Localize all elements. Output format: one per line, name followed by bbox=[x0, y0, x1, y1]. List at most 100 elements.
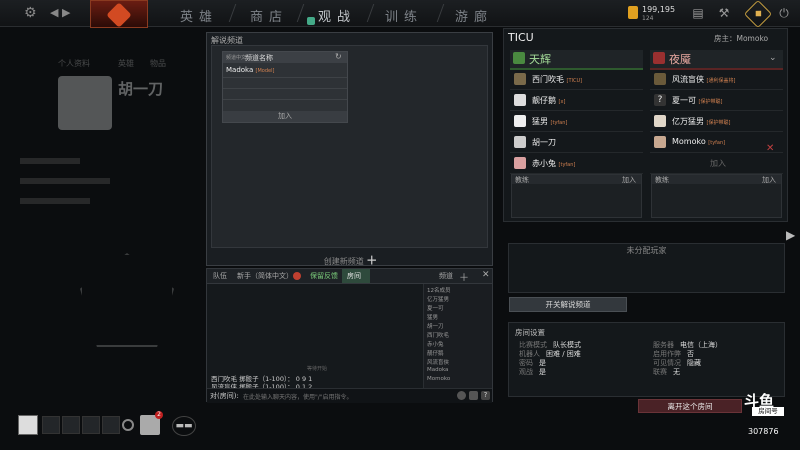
coach-join-button[interactable]: 加入 bbox=[622, 175, 636, 185]
channel-join-button[interactable]: 加入 bbox=[223, 111, 347, 122]
party-slot[interactable] bbox=[42, 416, 60, 434]
setting-key: 比赛模式 bbox=[519, 341, 547, 349]
chat-tab-newbie[interactable]: 新手（简体中文） bbox=[237, 271, 293, 281]
coach-header: 教练 加入 bbox=[512, 175, 641, 184]
player-slot[interactable]: 赤小兔 [tyfan] bbox=[510, 154, 643, 174]
toggle-caster-channel-button[interactable]: 开关解说频道 bbox=[509, 297, 627, 312]
team-radiant-header[interactable]: 天辉 bbox=[510, 50, 643, 70]
chat-tab-party[interactable]: 队伍 bbox=[213, 271, 227, 281]
empty-slot[interactable]: 加入 bbox=[650, 154, 783, 174]
chat-member[interactable]: 西门吹毛 bbox=[427, 331, 449, 339]
profile-radar-chart bbox=[80, 253, 174, 347]
chat-member[interactable]: 夏一可 bbox=[427, 304, 444, 312]
leave-lobby-button[interactable]: 离开这个房间 bbox=[638, 399, 742, 413]
emoji-icon[interactable] bbox=[457, 391, 466, 400]
party-slot[interactable] bbox=[102, 416, 120, 434]
close-chat-icon[interactable]: ✕ bbox=[482, 270, 490, 280]
douyu-watermark: 斗鱼 房间号 307876 bbox=[744, 390, 790, 436]
setting-key: 联赛 bbox=[653, 368, 667, 376]
player-slot[interactable]: 西门吹毛 [TICU] bbox=[510, 70, 643, 90]
player-name-text: Momoko bbox=[672, 137, 706, 146]
radiant-icon bbox=[513, 52, 525, 64]
nav-back-forward-icon[interactable]: ◀ ▶ bbox=[50, 6, 70, 19]
chat-member[interactable]: 亿万猛男 bbox=[427, 295, 449, 303]
chat-member-count: 12名成员 bbox=[427, 288, 451, 294]
inventory-icon[interactable]: ⚒ bbox=[716, 5, 732, 21]
chevron-down-icon[interactable]: ⌄ bbox=[769, 53, 777, 63]
player-name-text: 风流盲侠 bbox=[672, 75, 704, 84]
party-slot[interactable] bbox=[82, 416, 100, 434]
coach-header: 教练 加入 bbox=[652, 175, 781, 184]
chat-input-placeholder[interactable]: 在此处输入聊天内容，使用"/"启用指令。 bbox=[243, 392, 353, 401]
add-channel-icon[interactable]: ＋ bbox=[459, 269, 469, 284]
nav-learn[interactable]: 训练 bbox=[385, 6, 423, 25]
coach-join-button[interactable]: 加入 bbox=[762, 175, 776, 185]
channel-name-header: 频道名称 bbox=[245, 54, 273, 62]
chat-tab-room[interactable]: 房间 bbox=[347, 271, 361, 281]
player-slot[interactable]: 胡一刀 bbox=[510, 133, 643, 153]
chat-channel-label: 频道 bbox=[439, 272, 453, 280]
party-slot[interactable] bbox=[62, 416, 80, 434]
player-tag: [保护带聪] bbox=[706, 120, 731, 126]
battle-level-icon[interactable]: ◆ bbox=[743, 0, 773, 29]
chat-member[interactable]: Momoko bbox=[427, 376, 450, 382]
player-slot[interactable]: ? 夏一可 [保护带聪] bbox=[650, 91, 783, 111]
top-nav-bar: ⚙ ◀ ▶ 英雄 商店 观战 训练 游廊 199,195 124 ▤ ⚒ ◆ ⏻ bbox=[0, 0, 800, 29]
chevron-right-icon[interactable]: ▶ bbox=[786, 228, 795, 242]
power-icon[interactable]: ⏻ bbox=[776, 5, 792, 21]
chat-member[interactable]: 赤小兔 bbox=[427, 340, 444, 348]
refresh-icon[interactable]: ↻ bbox=[335, 52, 342, 61]
player-name: 夏一可 [保护带聪] bbox=[672, 95, 722, 106]
help-icon[interactable]: ? bbox=[481, 391, 490, 400]
player-slot[interactable]: Momoko [tyfan] bbox=[650, 133, 783, 153]
news-icon[interactable]: ▤ bbox=[690, 5, 706, 21]
empty-slot-join[interactable]: 加入 bbox=[710, 158, 726, 169]
player-name: Momoko [tyfan] bbox=[672, 137, 725, 146]
coach-box-dire: 教练 加入 bbox=[651, 174, 782, 218]
unknown-avatar-icon: ? bbox=[654, 94, 666, 106]
dire-icon bbox=[653, 52, 665, 64]
nav-store[interactable]: 商店 bbox=[250, 6, 288, 25]
chat-member[interactable]: 风流盲侠 bbox=[427, 358, 449, 366]
nav-arcade[interactable]: 游廊 bbox=[455, 6, 493, 25]
coach-box-radiant: 教练 加入 bbox=[511, 174, 642, 218]
chat-member[interactable]: 猛男 bbox=[427, 313, 438, 321]
chat-member[interactable]: 靓仔鹅 bbox=[427, 349, 444, 357]
nav-heroes[interactable]: 英雄 bbox=[180, 6, 218, 25]
shards-sub: 124 bbox=[642, 15, 654, 22]
player-name-text: 赤小兔 bbox=[532, 159, 556, 168]
player-slot[interactable]: 亿万猛男 [保护带聪] bbox=[650, 112, 783, 132]
chat-member[interactable]: Madoka bbox=[427, 367, 448, 373]
shards-amount: 199,195 bbox=[642, 5, 676, 14]
chat-tab-feedback[interactable]: 保留反馈 bbox=[310, 271, 338, 281]
player-avatar bbox=[654, 73, 666, 85]
setting-value: 是 bbox=[539, 359, 546, 367]
player-slot[interactable]: 风流盲侠 [通利保盖将] bbox=[650, 70, 783, 90]
speaker-icon[interactable] bbox=[469, 391, 478, 400]
channel-language: 频道中文 bbox=[226, 55, 247, 61]
setting-key: 可见情况 bbox=[653, 359, 681, 367]
team-radiant-name: 天辉 bbox=[529, 53, 551, 66]
profile-stat-bar bbox=[20, 198, 90, 204]
player-tag: [tyfan] bbox=[708, 140, 726, 146]
player-slot[interactable]: 靓仔鹅 [x] bbox=[510, 91, 643, 111]
chat-menu-icon[interactable]: ▬▬ bbox=[172, 416, 196, 436]
chat-member[interactable]: 胡一刀 bbox=[427, 322, 444, 330]
setting-value: 否 bbox=[687, 350, 694, 358]
close-tab-icon[interactable] bbox=[293, 272, 301, 280]
user-avatar[interactable] bbox=[18, 415, 38, 435]
channel-card: 频道中文 频道名称 ↻ Madoka [Model] 加入 bbox=[222, 51, 348, 123]
chat-input-bar[interactable]: 对(房间): 在此处输入聊天内容，使用"/"启用指令。 ? bbox=[207, 388, 492, 403]
status-ring-icon[interactable] bbox=[122, 419, 134, 431]
create-channel-label: 创建新频道 bbox=[323, 257, 364, 266]
douyu-room-number: 307876 bbox=[748, 427, 779, 436]
lobby-settings: 房间设置 比赛模式 队长模式 机器人 困难 / 困难 密码是 观战是 服务器 电信（上… bbox=[508, 322, 785, 397]
team-dire-name: 夜魇 bbox=[669, 53, 691, 66]
settings-gear-icon[interactable]: ⚙ bbox=[24, 5, 40, 21]
create-channel-button[interactable]: 创建新频道 ＋ bbox=[207, 252, 494, 268]
dota-logo-button[interactable] bbox=[90, 0, 148, 28]
player-slot[interactable]: 猛男 [tyfan] bbox=[510, 112, 643, 132]
team-dire-header[interactable]: 夜魇 bbox=[650, 50, 783, 70]
nav-watch[interactable]: 观战 bbox=[318, 6, 356, 25]
player-name: 亿万猛男 [保护带聪] bbox=[672, 116, 730, 127]
